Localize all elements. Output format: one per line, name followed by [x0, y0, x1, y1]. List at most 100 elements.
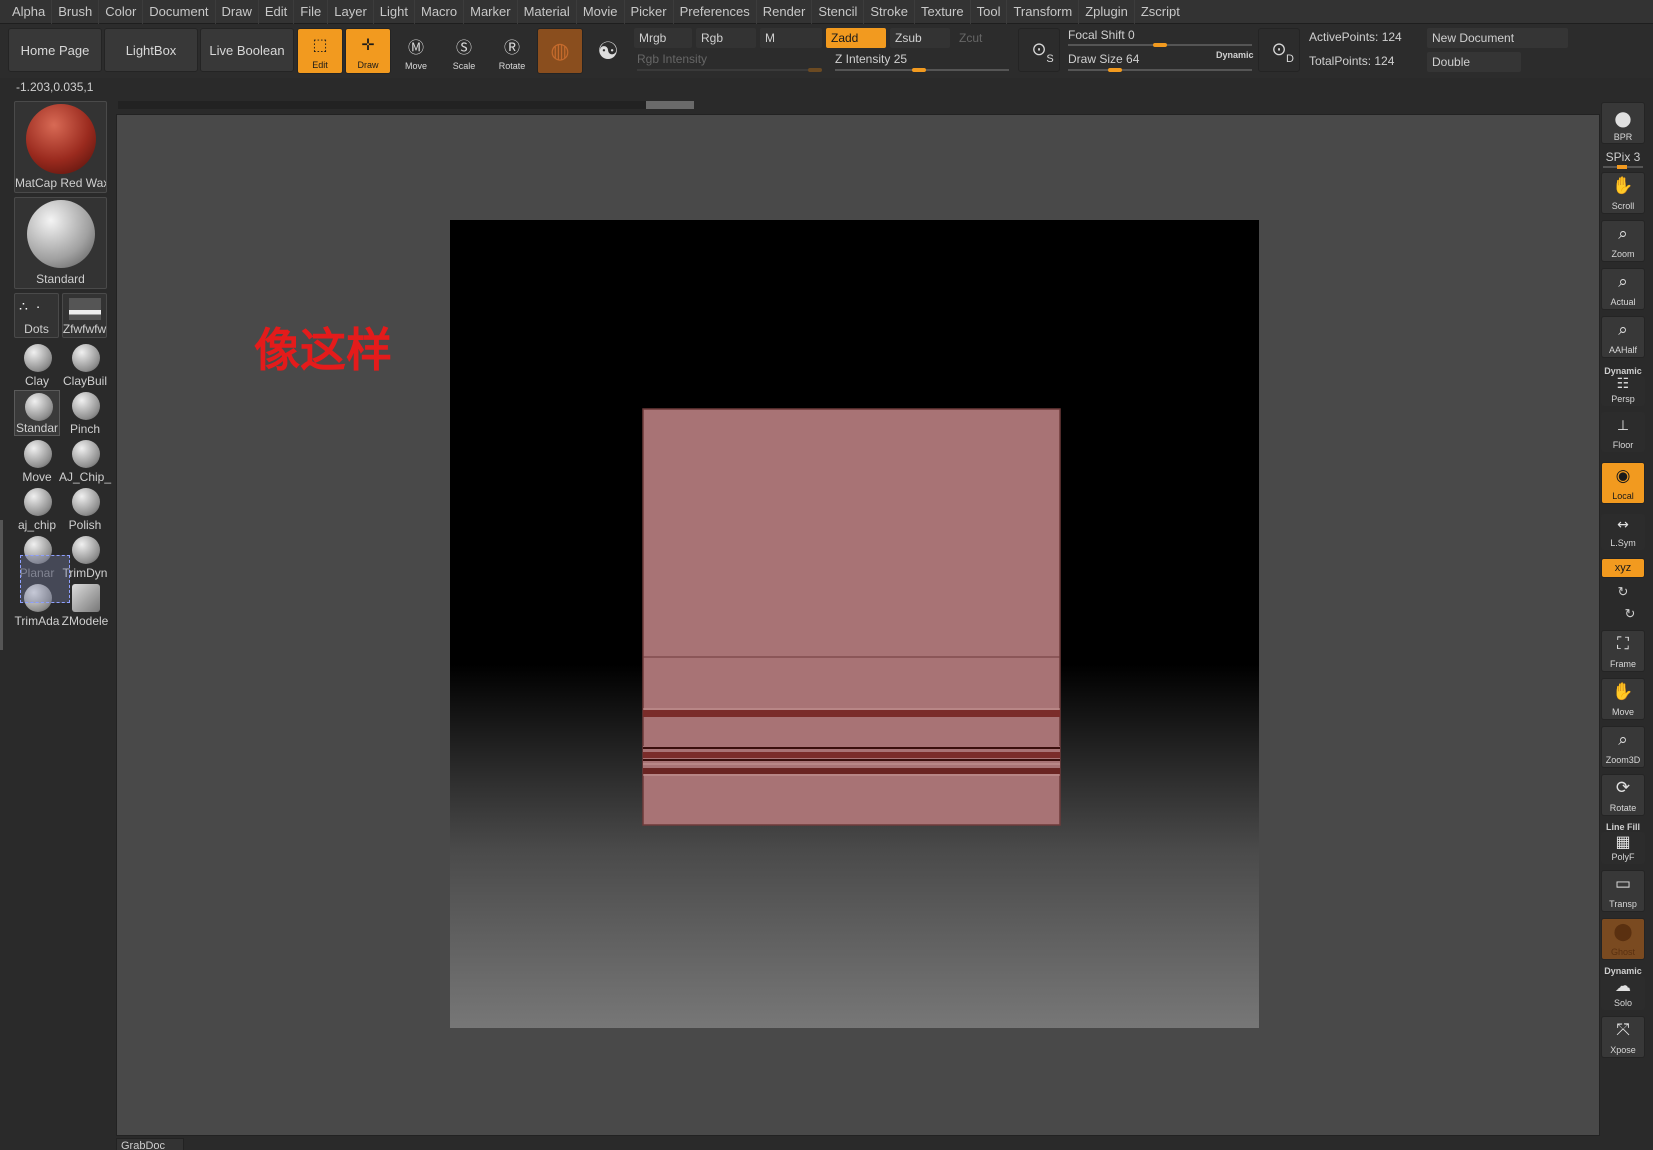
spix-knob[interactable]: [1617, 165, 1627, 169]
move-button[interactable]: Ⓜ Move: [393, 28, 439, 74]
move-view-button[interactable]: ✋ Move: [1601, 678, 1645, 720]
menu-transform[interactable]: Transform: [1006, 0, 1078, 24]
menu-edit[interactable]: Edit: [257, 0, 293, 24]
d-button[interactable]: ⊙ D: [1258, 28, 1300, 72]
menu-macro[interactable]: Macro: [413, 0, 463, 24]
scale-button[interactable]: Ⓢ Scale: [441, 28, 487, 74]
menu-document[interactable]: Document: [142, 0, 214, 24]
canvas-scrollbar-track[interactable]: [118, 101, 694, 109]
polish-brush-icon: [72, 488, 100, 516]
edit-label: Edit: [312, 60, 328, 70]
brush-label: AJ_Chip_: [58, 470, 112, 484]
xpose-button[interactable]: ⤧ Xpose: [1601, 1016, 1645, 1058]
menu-movie[interactable]: Movie: [575, 0, 624, 24]
menu-stroke[interactable]: Stroke: [863, 0, 914, 24]
z-intensity-knob[interactable]: [912, 68, 926, 72]
mrgb-button[interactable]: Mrgb: [634, 28, 692, 48]
rotate-y-icon[interactable]: ↻: [1601, 584, 1645, 600]
zcut-label: Zcut: [959, 31, 983, 45]
rotate-view-button[interactable]: ⟳ Rotate: [1601, 774, 1645, 816]
local-button[interactable]: ◉ Local: [1601, 462, 1645, 504]
frame-label: Frame: [1609, 659, 1636, 669]
menu-marker[interactable]: Marker: [463, 0, 516, 24]
scroll-label: Scroll: [1611, 201, 1635, 211]
zsub-label: Zsub: [895, 31, 922, 45]
menu-material[interactable]: Material: [516, 0, 576, 24]
brush-selector[interactable]: Standard: [14, 197, 107, 289]
menu-color[interactable]: Color: [98, 0, 142, 24]
spix-readout[interactable]: SPix 3: [1601, 150, 1645, 164]
draw-size-knob[interactable]: [1108, 68, 1122, 72]
menu-preferences[interactable]: Preferences: [672, 0, 756, 24]
bpr-button[interactable]: ● BPR: [1601, 102, 1645, 144]
new-document-button[interactable]: New Document: [1427, 28, 1568, 48]
m-button[interactable]: M: [760, 28, 822, 48]
brush-clay[interactable]: Clay: [14, 342, 60, 388]
xyz-button[interactable]: xyz: [1601, 558, 1645, 578]
brush-claybuildup[interactable]: ClayBuil: [62, 342, 108, 388]
zoom3d-label: Zoom3D: [1605, 755, 1641, 765]
stroke-selector[interactable]: ∴ · Dots: [14, 293, 59, 338]
material-button[interactable]: ◍: [537, 28, 583, 74]
canvas-scrollbar-thumb[interactable]: [646, 101, 694, 109]
focal-shift-knob[interactable]: [1153, 43, 1167, 47]
scale-label: Scale: [452, 61, 476, 71]
solo-button[interactable]: ☁ Solo: [1601, 976, 1645, 1010]
lsym-button[interactable]: ↔ L.Sym: [1601, 514, 1645, 550]
menu-zplugin[interactable]: Zplugin: [1078, 0, 1134, 24]
menu-brush[interactable]: Brush: [51, 0, 98, 24]
zoom-button[interactable]: ⌕ Zoom: [1601, 220, 1645, 262]
brush-move[interactable]: Move: [14, 438, 60, 484]
brush-aj-chip[interactable]: AJ_Chip_: [59, 438, 111, 484]
zoom3d-button[interactable]: ⌕ Zoom3D: [1601, 726, 1645, 768]
home-page-button[interactable]: Home Page: [8, 28, 102, 72]
brush-polish[interactable]: Polish: [62, 486, 108, 532]
draw-size-slider[interactable]: [1068, 69, 1252, 71]
transp-icon: ▭: [1614, 874, 1632, 894]
menu-light[interactable]: Light: [372, 0, 414, 24]
menu-layer[interactable]: Layer: [327, 0, 373, 24]
color-picker-button[interactable]: ☯: [586, 28, 630, 74]
sculptris-s-button[interactable]: ⊙ S: [1018, 28, 1060, 72]
rgb-intensity-slider[interactable]: [637, 69, 821, 71]
alpha-selector[interactable]: Zfwfwfw: [62, 293, 107, 338]
menu-zscript[interactable]: Zscript: [1133, 0, 1186, 24]
live-boolean-button[interactable]: Live Boolean: [200, 28, 294, 72]
material-selector[interactable]: MatCap Red Wax: [14, 101, 107, 193]
menu-file[interactable]: File: [293, 0, 327, 24]
persp-button[interactable]: ☷ Persp: [1601, 376, 1645, 406]
rotate-button[interactable]: Ⓡ Rotate: [489, 28, 535, 74]
brush-pinch[interactable]: Pinch: [62, 390, 108, 436]
menu-texture[interactable]: Texture: [913, 0, 970, 24]
aahalf-button[interactable]: ⌕ AAHalf: [1601, 316, 1645, 358]
ghost-button[interactable]: ⬤ Ghost: [1601, 918, 1645, 960]
zcut-button[interactable]: Zcut: [954, 28, 1010, 48]
brush-aj-chip-2[interactable]: aj_chip: [14, 486, 60, 532]
dynamic-toggle[interactable]: Dynamic: [1216, 50, 1254, 60]
mesh-object[interactable]: [642, 408, 1061, 826]
menu-draw[interactable]: Draw: [214, 0, 258, 24]
draw-button[interactable]: ✛ Draw: [345, 28, 391, 74]
zsub-button[interactable]: Zsub: [890, 28, 950, 48]
menu-tool[interactable]: Tool: [969, 0, 1007, 24]
rgb-button[interactable]: Rgb: [696, 28, 756, 48]
rgb-intensity-knob[interactable]: [808, 68, 822, 72]
menu-stencil[interactable]: Stencil: [811, 0, 863, 24]
brush-standard[interactable]: Standar: [14, 390, 60, 436]
floor-button[interactable]: ⊥ Floor: [1601, 412, 1645, 452]
lightbox-button[interactable]: LightBox: [104, 28, 198, 72]
double-button[interactable]: Double: [1427, 52, 1521, 72]
menu-alpha[interactable]: Alpha: [6, 0, 51, 24]
actual-button[interactable]: ⌕ Actual: [1601, 268, 1645, 310]
left-tray-handle[interactable]: [0, 520, 3, 650]
rotate-z-icon[interactable]: ↻: [1608, 606, 1652, 622]
zadd-button[interactable]: Zadd: [826, 28, 886, 48]
scroll-button[interactable]: ✋ Scroll: [1601, 172, 1645, 214]
menu-render[interactable]: Render: [755, 0, 812, 24]
frame-button[interactable]: ⛶ Frame: [1601, 630, 1645, 672]
edit-button[interactable]: ⬚ Edit: [297, 28, 343, 74]
menu-picker[interactable]: Picker: [623, 0, 673, 24]
grabdoc-tab[interactable]: GrabDoc: [116, 1138, 184, 1150]
polyf-button[interactable]: ▦ PolyF: [1601, 832, 1645, 864]
transp-button[interactable]: ▭ Transp: [1601, 870, 1645, 912]
